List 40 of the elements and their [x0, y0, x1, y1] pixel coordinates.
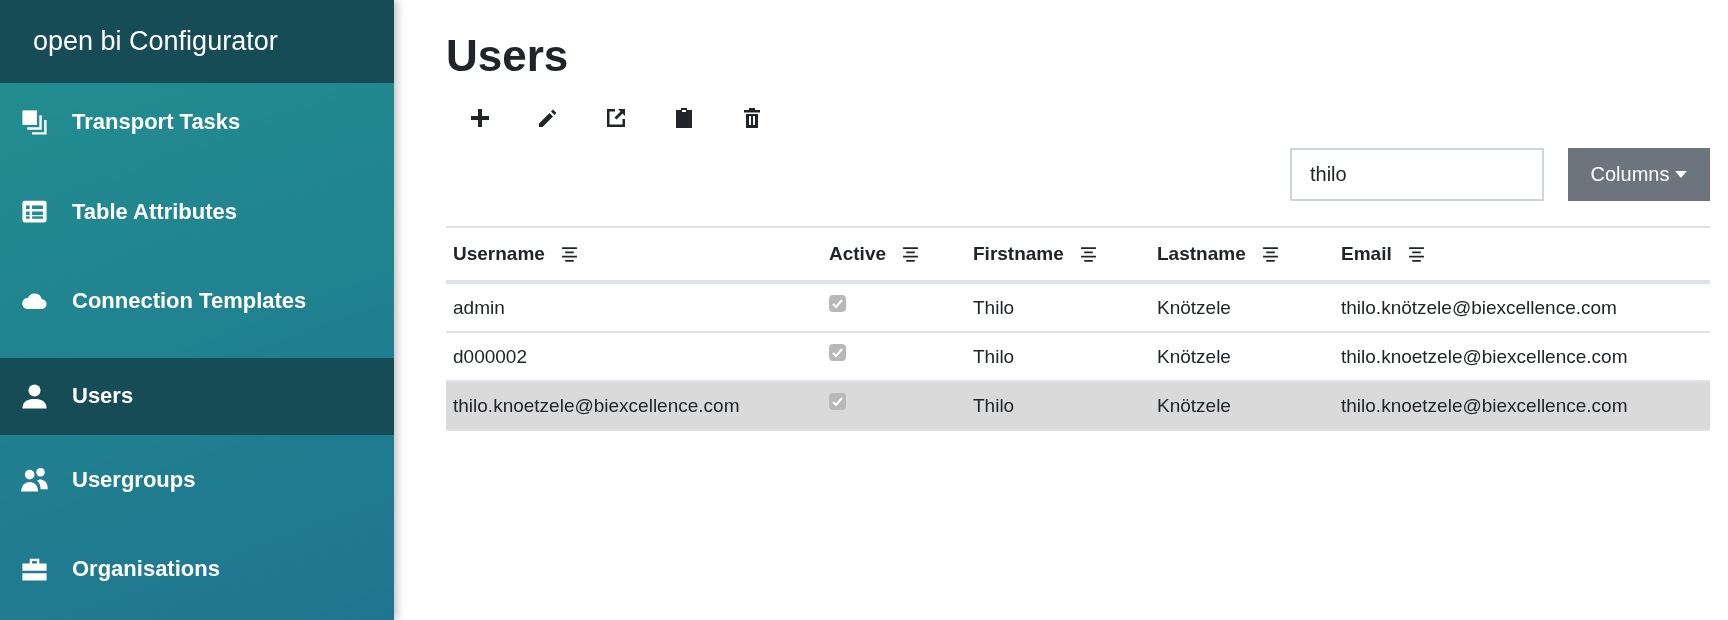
caret-icon [1675, 171, 1688, 178]
column-header[interactable]: Firstname [973, 243, 1064, 265]
search-field[interactable]: thilo [1290, 148, 1544, 201]
table-cell: Knötzele [1157, 296, 1231, 318]
columns-dropdown-button[interactable]: Columns [1568, 148, 1710, 201]
table-cell: Thilo [973, 296, 1015, 318]
table-cell: Thilo [973, 345, 1015, 367]
column-header[interactable]: Lastname [1157, 243, 1246, 265]
sidebar-item[interactable]: Users [0, 357, 394, 436]
column-header[interactable]: Active [829, 243, 887, 265]
table-cell: thilo.knötzele@biexcellence.com [1341, 296, 1617, 318]
table-row[interactable]: admin Thilo Knötzele thilo.knötzele@biexcellence.com [446, 282, 1710, 332]
sidebar-item[interactable]: Transport Tasks [0, 83, 394, 173]
table-cell: thilo.knoetzele@biexcellence.com [1341, 345, 1628, 367]
sidebar-item[interactable]: Connection Templates [0, 262, 394, 352]
align-center-icon[interactable] [560, 246, 578, 262]
page-title: Users [446, 32, 570, 80]
users-icon [20, 465, 49, 495]
sidebar-item[interactable]: Table Attributes [0, 172, 394, 263]
table-row[interactable]: thilo.knoetzele@biexcellence.com Thilo Knötzele thilo.knoetzele@biexcellence.com [446, 381, 1710, 430]
column-header[interactable]: Email [1341, 243, 1392, 265]
align-center-icon[interactable] [1079, 246, 1097, 262]
user-icon [20, 381, 49, 411]
column-header[interactable]: Username [453, 243, 545, 265]
table-cell: Knötzele [1157, 345, 1231, 367]
table-cell: d000002 [453, 345, 527, 367]
table-cell: thilo.knoetzele@biexcellence.com [453, 394, 740, 416]
plus-icon[interactable] [468, 106, 492, 130]
table-cell: Thilo [973, 394, 1015, 416]
align-center-icon[interactable] [1407, 246, 1425, 262]
sidebar-item[interactable]: Organisations [0, 530, 394, 620]
app-title: open bi Configurator [0, 0, 394, 84]
export-icon[interactable] [604, 106, 628, 130]
table-cell: admin [453, 296, 505, 318]
align-center-icon[interactable] [1261, 246, 1279, 262]
sidebar-item[interactable]: Usergroups [0, 441, 394, 531]
align-center-icon[interactable] [902, 246, 920, 262]
table-cell: Knötzele [1157, 394, 1231, 416]
stacked-squares-icon [20, 107, 49, 137]
table-cell: thilo.knoetzele@biexcellence.com [1341, 394, 1628, 416]
